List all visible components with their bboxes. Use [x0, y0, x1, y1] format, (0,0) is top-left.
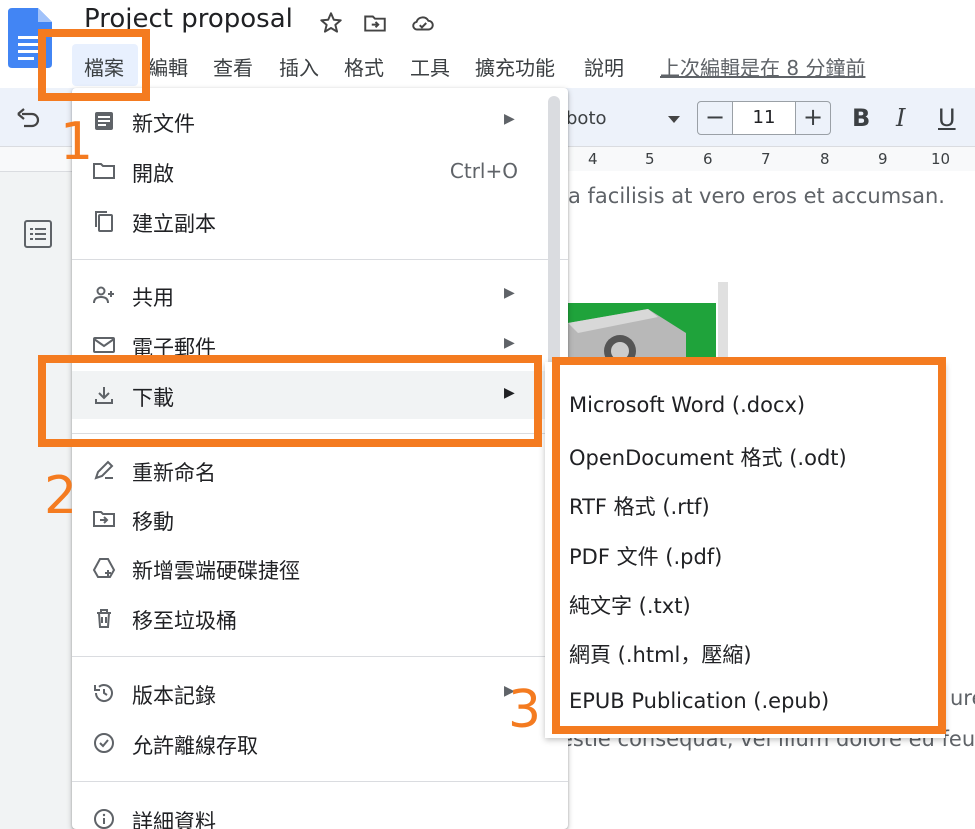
- outline-icon[interactable]: [22, 218, 54, 250]
- step-number-1: 1: [60, 112, 94, 172]
- star-icon[interactable]: [318, 10, 344, 36]
- menu-item-label: 新文件: [132, 112, 195, 136]
- menu-item-details[interactable]: 詳細資料: [72, 795, 548, 829]
- undo-icon[interactable]: [14, 106, 42, 130]
- italic-button[interactable]: I: [896, 104, 905, 132]
- document-text[interactable]: a facilisis at vero eros et accumsan.: [568, 184, 945, 208]
- menu-edit[interactable]: 編輯: [148, 52, 188, 81]
- ruler-mark: 8: [820, 150, 830, 168]
- menu-item-label: 移至垃圾桶: [132, 609, 237, 633]
- underline-button[interactable]: U: [938, 104, 956, 132]
- menu-item-label: 開啟: [132, 162, 174, 186]
- submenu-arrow-icon: ▶: [504, 111, 515, 127]
- menu-item-add-drive-shortcut[interactable]: 新增雲端硬碟捷徑: [72, 544, 548, 592]
- menu-item-label: 建立副本: [132, 212, 216, 236]
- menu-format[interactable]: 格式: [344, 52, 384, 81]
- menu-item-label: 新增雲端硬碟捷徑: [132, 559, 300, 583]
- step-number-2: 2: [44, 466, 78, 526]
- menu-item-move[interactable]: 移動: [72, 495, 548, 543]
- menu-item-version-history[interactable]: 版本記錄 ▶: [72, 669, 548, 717]
- info-icon: [92, 807, 116, 829]
- trash-icon: [92, 606, 116, 630]
- menu-item-label: 版本記錄: [132, 684, 216, 708]
- menu-extensions[interactable]: 擴充功能: [475, 52, 555, 81]
- menu-separator: [72, 781, 568, 782]
- menu-item-share[interactable]: 共用 ▶: [72, 271, 548, 319]
- font-size-decrease-button[interactable]: −: [697, 101, 733, 135]
- menu-item-offline-access[interactable]: 允許離線存取: [72, 719, 548, 767]
- move-to-folder-icon[interactable]: [362, 10, 388, 36]
- font-size-increase-button[interactable]: +: [795, 101, 831, 135]
- menu-separator: [72, 259, 568, 260]
- menu-item-label: 共用: [132, 286, 174, 310]
- menu-item-open[interactable]: 開啟 Ctrl+O: [72, 147, 548, 195]
- copy-icon: [92, 209, 116, 233]
- menu-item-rename[interactable]: 重新命名: [72, 446, 548, 494]
- menu-item-make-copy[interactable]: 建立副本: [72, 197, 548, 245]
- menu-help[interactable]: 說明: [584, 52, 624, 81]
- ruler-mark: 7: [761, 150, 771, 168]
- ruler-mark: 9: [878, 150, 888, 168]
- menu-item-label: 重新命名: [132, 461, 216, 485]
- cloud-status-icon[interactable]: [410, 10, 436, 36]
- ruler-mark: 10: [931, 150, 951, 168]
- move-icon: [92, 507, 116, 531]
- highlight-box-formats: [552, 357, 946, 734]
- last-edit-link[interactable]: 上次編輯是在 8 分鐘前: [660, 52, 865, 81]
- history-icon: [92, 681, 116, 705]
- menu-item-label: 詳細資料: [132, 810, 216, 829]
- step-number-3: 3: [508, 680, 542, 740]
- email-icon: [92, 333, 116, 357]
- menu-separator: [72, 656, 568, 657]
- menu-view[interactable]: 查看: [213, 52, 253, 81]
- menu-insert[interactable]: 插入: [279, 52, 319, 81]
- folder-open-icon: [92, 159, 116, 183]
- menu-item-label: 允許離線存取: [132, 734, 258, 758]
- highlight-box-download: [38, 355, 542, 447]
- shortcut-label: Ctrl+O: [449, 159, 518, 183]
- ruler-mark: 5: [645, 150, 655, 168]
- highlight-box-file-menu: [38, 29, 150, 101]
- chevron-down-icon[interactable]: [668, 116, 680, 123]
- ruler-mark: 4: [588, 150, 598, 168]
- submenu-arrow-icon: ▶: [504, 285, 515, 301]
- menu-tools[interactable]: 工具: [410, 52, 450, 81]
- drive-shortcut-icon: [92, 556, 116, 580]
- submenu-arrow-icon: ▶: [504, 335, 515, 351]
- menu-item-new-document[interactable]: 新文件 ▶: [72, 97, 548, 145]
- font-size-input[interactable]: 11: [732, 101, 796, 135]
- bold-button[interactable]: B: [852, 104, 870, 132]
- share-icon: [92, 283, 116, 307]
- new-doc-icon: [92, 109, 116, 133]
- ruler-mark: 6: [703, 150, 713, 168]
- offline-icon: [92, 731, 116, 755]
- menu-item-move-to-trash[interactable]: 移至垃圾桶: [72, 594, 548, 642]
- font-family-select[interactable]: boto: [566, 108, 607, 129]
- rename-icon: [92, 458, 116, 482]
- menu-item-label: 移動: [132, 510, 174, 534]
- document-text[interactable]: ure: [950, 686, 975, 710]
